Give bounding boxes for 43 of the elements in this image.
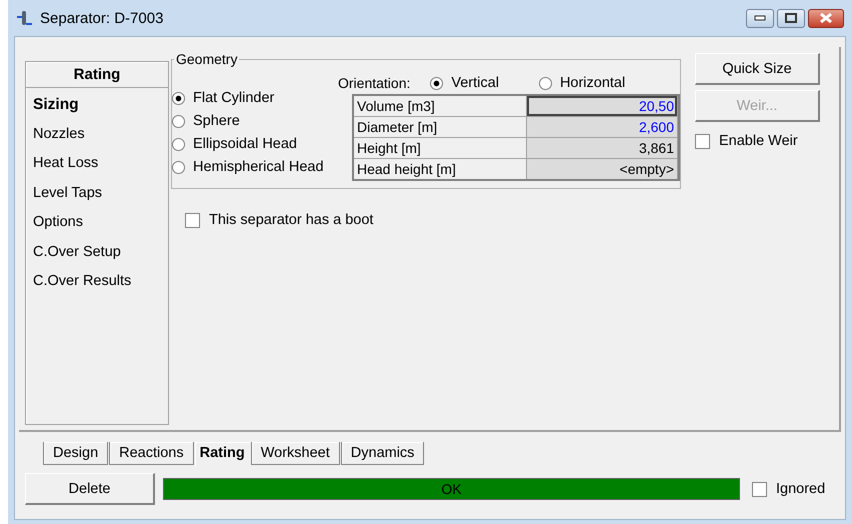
ignored-checkbox[interactable]: Ignored: [752, 478, 826, 500]
enable-weir-checkbox[interactable]: Enable Weir: [695, 130, 798, 152]
radio-button[interactable]: Flat Cylinder: [172, 88, 274, 108]
radio-button[interactable]: Vertical: [430, 73, 499, 93]
sidebar-item[interactable]: Options: [33, 210, 168, 240]
orientation-label: Orientation:: [338, 75, 410, 91]
radio-button[interactable]: Ellipsoidal Head: [172, 134, 297, 154]
tab[interactable]: Worksheet: [250, 442, 340, 465]
boot-checkbox[interactable]: This separator has a boot: [185, 209, 820, 231]
push-button[interactable]: Quick Size: [695, 53, 820, 85]
minimize-button[interactable]: [746, 8, 774, 28]
vessel-icon: [16, 9, 34, 27]
sidebar-item[interactable]: Heat Loss: [33, 151, 168, 180]
value-cell[interactable]: 3,861: [527, 138, 677, 158]
radio-button[interactable]: Hemispherical Head: [172, 157, 324, 177]
table-cell: Head height [m]: [354, 159, 526, 179]
tab[interactable]: Rating: [194, 442, 250, 467]
maximize-icon: [785, 13, 797, 23]
value-cell[interactable]: 2,600: [527, 117, 677, 137]
table-cell: Diameter [m]: [354, 117, 526, 137]
radio-button[interactable]: Sphere: [172, 111, 240, 131]
maximize-button[interactable]: [777, 8, 805, 28]
tab[interactable]: Design: [43, 442, 108, 465]
sidebar-item[interactable]: Nozzles: [33, 122, 168, 151]
status-bar: OK: [163, 478, 740, 500]
tab[interactable]: Reactions: [109, 442, 194, 465]
close-button[interactable]: [808, 8, 844, 28]
value-cell[interactable]: <empty>: [527, 159, 677, 179]
radio-button[interactable]: Horizontal: [538, 73, 626, 93]
delete-button[interactable]: Delete: [25, 473, 155, 505]
value-cell[interactable]: 20,50: [527, 96, 677, 116]
close-icon: [819, 13, 833, 23]
sidebar-item[interactable]: C.Over Results: [33, 269, 168, 298]
sidebar-item[interactable]: C.Over Setup: [33, 240, 168, 269]
tab[interactable]: Dynamics: [340, 442, 424, 465]
sidebar-title: Rating: [26, 62, 168, 88]
table-cell: Volume [m3]: [354, 96, 526, 116]
minimize-icon: [754, 15, 766, 21]
table-cell: Height [m]: [354, 138, 526, 158]
sidebar-item[interactable]: Level Taps: [33, 180, 168, 210]
window-title: Separator: D-7003: [40, 10, 164, 26]
sidebar-item[interactable]: Sizing: [33, 92, 168, 122]
group-title: Geometry: [174, 51, 240, 67]
